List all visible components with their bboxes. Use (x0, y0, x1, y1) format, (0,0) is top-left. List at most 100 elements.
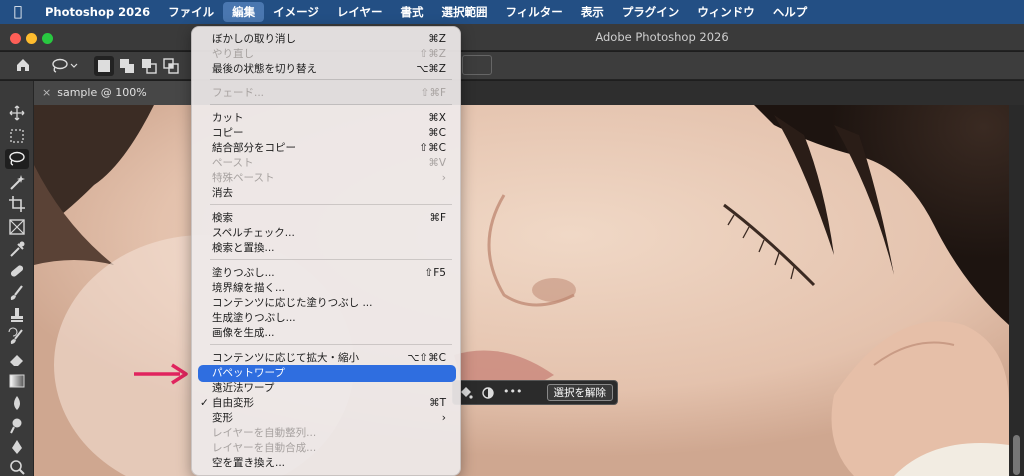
edit-menu-item-label: 空を置き換え... (212, 457, 286, 469)
edit-menu-item-label: 最後の状態を切り替え (212, 63, 317, 75)
edit-menu-item[interactable]: スペルチェック... (198, 226, 456, 241)
home-icon[interactable] (14, 56, 32, 74)
edit-menu-item-label: 自由変形 (212, 397, 254, 409)
edit-menu-item-label: 遠近法ワープ (212, 382, 275, 394)
select-mask-button[interactable] (462, 55, 492, 75)
subtract-from-selection-icon[interactable] (140, 57, 158, 75)
edit-menu-item-shortcut: ⌘V (428, 157, 446, 169)
edit-menu-item[interactable]: 消去 (198, 186, 456, 201)
document-tab[interactable]: ×sample @ 100% (RGB/8*) (34, 81, 194, 123)
checkmark-icon: ✓ (200, 397, 209, 409)
pen-icon[interactable] (5, 437, 29, 457)
edit-menu-item-shortcut: ⌘T (429, 397, 446, 409)
edit-menu-item-shortcut: ⌘C (428, 127, 446, 139)
edit-menu-item-label: カット (212, 112, 244, 124)
menu-separator (210, 79, 452, 80)
edit-menu-item[interactable]: 境界線を描く... (198, 281, 456, 296)
magic-wand-icon[interactable] (5, 172, 29, 192)
edit-menu-item[interactable]: コンテンツに応じた塗りつぶし ... (198, 296, 456, 311)
menu-file[interactable]: ファイル (159, 2, 223, 22)
edit-menu-item[interactable]: 最後の状態を切り替え ⌥⌘Z (198, 62, 456, 77)
eraser-icon[interactable] (5, 349, 29, 369)
deselect-button[interactable]: 選択を解除 (546, 384, 613, 401)
clone-stamp-icon[interactable] (5, 305, 29, 325)
edit-menu-dropdown: ぼかしの取り消し ⌘Z やり直し ⇧⌘Z 最後の状態を切り替え ⌥⌘Z フェード... ⇧⌘F… (191, 26, 461, 476)
menu-image[interactable]: イメージ (264, 2, 328, 22)
menu-edit[interactable]: 編集 (223, 2, 265, 22)
edit-menu-item[interactable]: ぼかしの取り消し ⌘Z (198, 32, 456, 47)
menu-select[interactable]: 選択範囲 (433, 2, 497, 22)
history-brush-icon[interactable] (5, 327, 29, 347)
menu-app-photoshop[interactable]: Photoshop 2026 (36, 2, 159, 22)
edit-menu-item[interactable]: 検索 ⌘F (198, 211, 456, 226)
edit-menu-item-label: 特殊ペースト (212, 172, 275, 184)
edit-menu-item-label: 検索と置換... (212, 242, 275, 254)
menu-help[interactable]: ヘルプ (764, 2, 817, 22)
crop-icon[interactable] (5, 194, 29, 214)
edit-menu-item-label: 塗りつぶし... (212, 267, 275, 279)
edit-menu-item[interactable]: 塗りつぶし... ⇧F5 (198, 266, 456, 281)
close-icon[interactable]: × (42, 86, 51, 99)
menu-layer[interactable]: レイヤー (328, 2, 392, 22)
edit-menu-item: 特殊ペースト › (198, 171, 456, 186)
edit-menu-item: レイヤーを自動整列... (198, 426, 456, 441)
eyedropper-icon[interactable] (5, 239, 29, 259)
lasso-tool-preset-icon[interactable] (50, 57, 78, 75)
menu-separator (210, 259, 452, 260)
edit-menu-item[interactable]: カット ⌘X (198, 111, 456, 126)
menu-view[interactable]: 表示 (572, 2, 613, 22)
menu-separator (210, 344, 452, 345)
brush-icon[interactable] (5, 283, 29, 303)
lasso-icon[interactable] (5, 149, 29, 169)
menu-separator (210, 104, 452, 105)
healing-brush-icon[interactable] (5, 261, 29, 281)
edit-menu-item[interactable]: パペットワープ (198, 365, 456, 382)
edit-menu-item-label: フェード... (212, 87, 265, 99)
scrollbar-thumb[interactable] (1013, 435, 1020, 475)
new-selection-icon (98, 60, 110, 72)
edit-menu-item[interactable]: 結合部分をコピー ⇧⌘C (198, 141, 456, 156)
new-selection-button[interactable] (94, 56, 114, 76)
edit-menu-item[interactable]: コンテンツに応じて拡大・縮小 ⌥⇧⌘C (198, 351, 456, 366)
edit-menu-item-shortcut: ⇧F5 (424, 267, 446, 279)
edit-menu-item: フェード... ⇧⌘F (198, 86, 456, 101)
edit-menu-item[interactable]: コピー ⌘C (198, 126, 456, 141)
vertical-scrollbar[interactable] (1009, 105, 1024, 476)
menu-window[interactable]: ウィンドウ (688, 2, 764, 22)
edit-menu-item[interactable]: 画像を生成... (198, 326, 456, 341)
menu-filter[interactable]: フィルター (497, 2, 572, 22)
intersect-selection-icon[interactable] (162, 57, 180, 75)
more-options-icon[interactable]: ••• (503, 385, 522, 398)
menu-bar:  Photoshop 2026 ファイル 編集 イメージ レイヤー 書式 選択… (0, 0, 1024, 24)
menu-plugins[interactable]: プラグイン (613, 2, 689, 22)
marquee-icon[interactable] (5, 126, 29, 146)
submenu-chevron-icon: › (441, 412, 446, 424)
right-arrow-icon (134, 363, 188, 385)
apple-logo-icon[interactable]:  (0, 4, 36, 20)
contextual-task-bar: ••• 選択を解除 (452, 380, 618, 405)
mask-adjust-icon[interactable] (481, 386, 495, 400)
edit-menu-item[interactable]: ✓ 自由変形 ⌘T (198, 396, 456, 411)
edit-menu-item-label: コピー (212, 127, 244, 139)
edit-menu-item[interactable]: 空を置き換え... (198, 456, 456, 471)
edit-menu-item[interactable]: 生成塗りつぶし... (198, 311, 456, 326)
edit-menu-item-shortcut: ⌥⌘Z (416, 63, 446, 75)
edit-menu-item-shortcut: ⌥⇧⌘C (407, 352, 446, 364)
edit-menu-item[interactable]: 検索と置換... (198, 241, 456, 256)
gradient-icon[interactable] (5, 371, 29, 391)
fill-bucket-icon[interactable] (459, 386, 473, 400)
edit-menu-item: ペースト ⌘V (198, 156, 456, 171)
document-canvas[interactable] (34, 105, 1009, 476)
edit-menu-item-label: パペットワープ (212, 367, 285, 379)
dodge-icon[interactable] (5, 415, 29, 435)
add-to-selection-icon[interactable] (118, 57, 136, 75)
zoom-icon[interactable] (5, 457, 29, 476)
frame-icon[interactable] (5, 217, 29, 237)
edit-menu-item[interactable]: 変形 › (198, 411, 456, 426)
edit-menu-item[interactable]: 遠近法ワープ (198, 381, 456, 396)
edit-menu-item-label: 画像を生成... (212, 327, 275, 339)
menu-type[interactable]: 書式 (392, 2, 433, 22)
move-icon[interactable] (5, 103, 29, 123)
edit-menu-item-shortcut: ⇧⌘C (419, 142, 446, 154)
blur-icon[interactable] (5, 393, 29, 413)
